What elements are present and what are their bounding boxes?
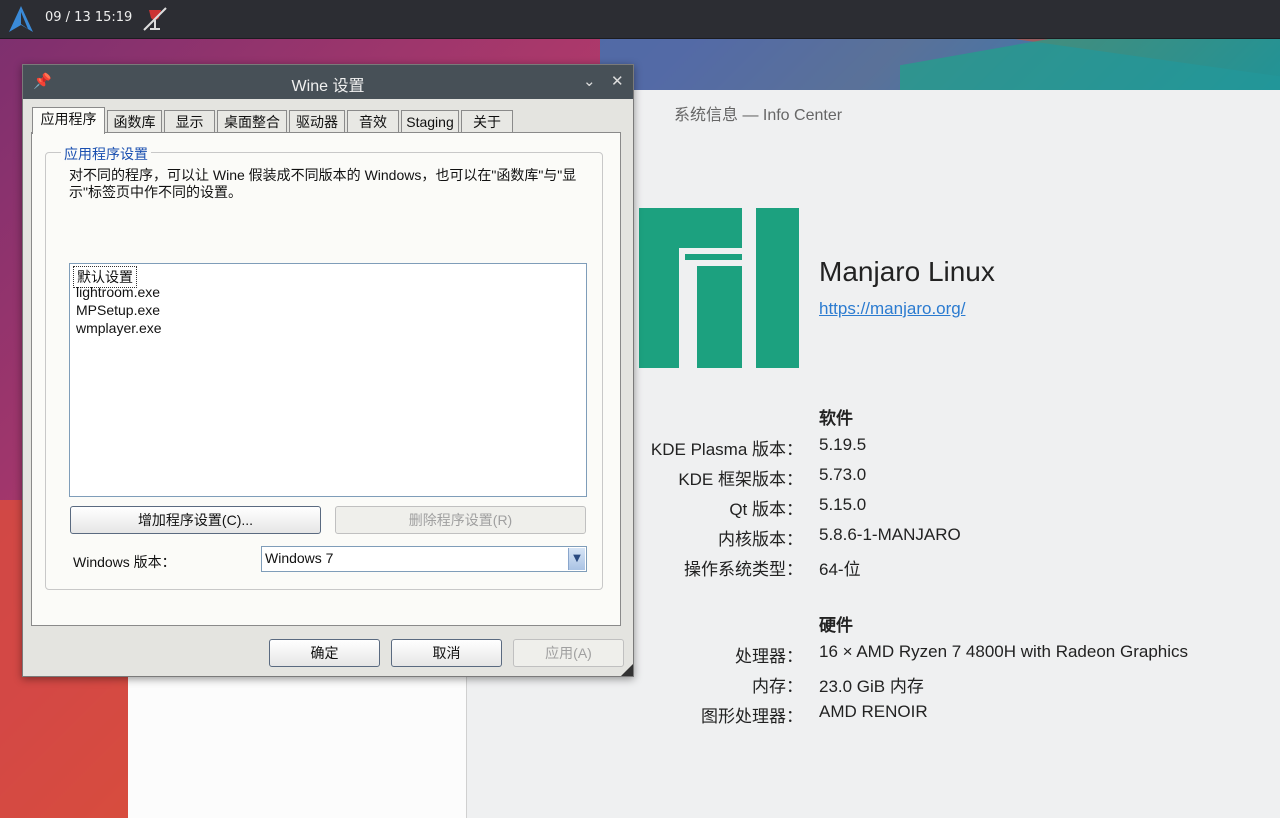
software-heading: 软件 [819, 409, 853, 428]
tab-audio[interactable]: 音效 [347, 110, 399, 132]
tab-graphics[interactable]: 显示 [164, 110, 215, 132]
distro-name: Manjaro Linux [819, 256, 995, 287]
window-title: Wine 设置 [291, 78, 365, 95]
description-text: 对不同的程序，可以让 Wine 假装成不同版本的 Windows，也可以在"函数… [69, 167, 577, 200]
close-icon[interactable]: ✕ [611, 72, 624, 90]
wine-config-window: 📌 Wine 设置 ⌄ ✕ 应用程序 函数库 显示 桌面整合 驱动器 音效 St… [22, 64, 634, 677]
distro-url-link[interactable]: https://manjaro.org/ [819, 299, 965, 319]
list-item[interactable]: wmplayer.exe [76, 320, 162, 336]
windows-version-label: Windows 版本： [73, 554, 176, 570]
window-titlebar[interactable]: 📌 Wine 设置 ⌄ ✕ [23, 65, 633, 99]
manjaro-launcher-icon[interactable] [6, 4, 36, 34]
tab-libraries[interactable]: 函数库 [107, 110, 162, 132]
ok-button[interactable]: 确定 [269, 639, 380, 667]
info-value: 5.19.5 [819, 435, 867, 454]
tab-applications[interactable]: 应用程序 [32, 107, 105, 134]
cancel-button[interactable]: 取消 [391, 639, 502, 667]
info-center-sidebar [128, 675, 467, 818]
info-value: 5.8.6-1-MANJARO [819, 525, 961, 544]
info-value: 23.0 GiB 内存 [819, 677, 924, 696]
windows-version-select[interactable]: Windows 7 ▼ [261, 546, 587, 572]
info-value: AMD RENOIR [819, 702, 928, 721]
info-value: 5.73.0 [819, 465, 867, 484]
info-value: 16 × AMD Ryzen 7 4800H with Radeon Graph… [819, 642, 1189, 661]
app-list[interactable]: 默认设置 lightroom.exe MPSetup.exe wmplayer.… [69, 263, 587, 497]
tab-about[interactable]: 关于 [461, 110, 513, 132]
chevron-down-icon[interactable]: ⌄ [583, 72, 596, 90]
group-label: 应用程序设置 [61, 144, 151, 164]
info-center-title: 系统信息 — Info Center [674, 107, 843, 124]
top-panel: 09 / 13 15:19 [0, 0, 1280, 39]
remove-app-button[interactable]: 删除程序设置(R) [335, 506, 586, 534]
info-value: 5.15.0 [819, 495, 867, 514]
windows-version-value: Windows 7 [265, 550, 334, 566]
tab-desktop-integration[interactable]: 桌面整合 [217, 110, 287, 132]
wine-icon[interactable] [140, 4, 170, 34]
manjaro-logo [639, 208, 799, 368]
list-item[interactable]: MPSetup.exe [76, 302, 160, 318]
tab-staging[interactable]: Staging [401, 110, 459, 132]
chevron-down-icon[interactable]: ▼ [568, 548, 585, 570]
add-app-button[interactable]: 增加程序设置(C)... [70, 506, 321, 534]
tab-drives[interactable]: 驱动器 [289, 110, 345, 132]
resize-grip[interactable] [621, 664, 633, 676]
list-item[interactable]: lightroom.exe [76, 284, 160, 300]
hardware-heading: 硬件 [819, 616, 853, 635]
info-value: 64-位 [819, 560, 861, 579]
info-key: 图形处理器： [701, 707, 803, 726]
clock[interactable]: 09 / 13 15:19 [45, 10, 132, 25]
apply-button[interactable]: 应用(A) [513, 639, 624, 667]
